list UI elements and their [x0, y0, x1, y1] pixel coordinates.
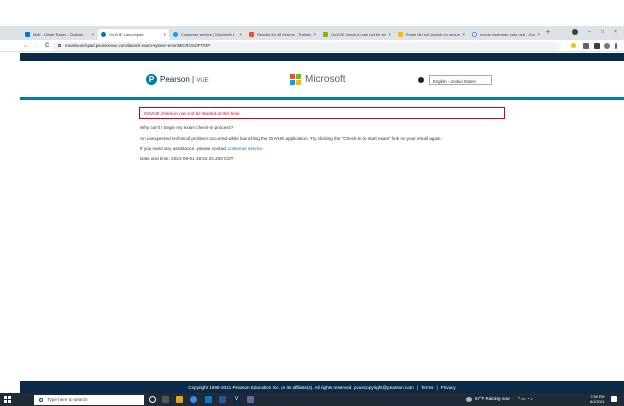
windows-start-icon[interactable] [4, 396, 11, 403]
tab-google-search[interactable]: onvue customer care usa - Goo × [469, 29, 543, 40]
question-text: Why can't I begin my exam check-in proce… [140, 125, 234, 130]
tab-onvue-checkin-forum[interactable]: OnVUE check-in can not be star × [320, 29, 394, 40]
vue-logo-text: VUE [196, 78, 209, 84]
tray-icons[interactable]: ^ ▭ ◔ ♪ [518, 396, 533, 402]
weather-text[interactable]: 67°F Raining now [475, 396, 510, 401]
header-divider [20, 97, 624, 100]
extension-icon[interactable] [583, 42, 589, 49]
close-icon[interactable]: × [91, 32, 94, 37]
url-text[interactable]: examlaunchpad.pearsonvue.com/launch-exam… [65, 43, 210, 48]
microsoft-icon [398, 32, 403, 37]
language-select[interactable]: English - United States [429, 75, 492, 85]
minimize-button[interactable]: – [588, 29, 591, 35]
avatar[interactable] [604, 42, 610, 49]
star-icon[interactable] [571, 43, 576, 48]
tab-outlook-mail[interactable]: Mail - Umair Rasel - Outlook × [22, 29, 97, 40]
cloud-rain-icon [466, 397, 472, 402]
pearson-p-icon: P [146, 74, 157, 85]
taskbar-search-input[interactable]: Type here to search [34, 394, 144, 405]
maximize-button[interactable]: □ [601, 29, 604, 35]
assistance-text: If you need any assistance, please conta… [140, 146, 264, 151]
close-icon[interactable]: × [163, 32, 166, 37]
top-band [20, 53, 624, 61]
forward-button[interactable]: → [34, 42, 40, 50]
close-icon[interactable]: × [462, 32, 465, 37]
file-explorer-icon[interactable] [176, 396, 183, 403]
cortana-icon[interactable] [149, 396, 156, 403]
pearson-icon [101, 32, 106, 37]
globe-icon [418, 77, 424, 83]
menu-icon[interactable] [615, 42, 617, 49]
outlook-icon [25, 32, 30, 37]
close-window-button[interactable]: × [614, 29, 617, 35]
page-footer: Copyright 1996-2021 Pearson Education In… [20, 381, 624, 393]
pearson-vue-logo: P Pearson | VUE [146, 74, 209, 85]
back-button[interactable]: ← [23, 42, 29, 50]
chrome-icon[interactable] [190, 396, 197, 403]
close-icon[interactable]: × [313, 32, 316, 37]
close-icon[interactable]: × [537, 32, 540, 37]
profile-icon[interactable] [572, 29, 578, 35]
pearson-logo-text: Pearson [160, 75, 190, 84]
windows-taskbar: Type here to search V 67°F Raining now ^… [0, 393, 624, 406]
error-alert: OnVUE check-in can not be started at thi… [139, 107, 505, 119]
microsoft-icon [290, 74, 301, 85]
new-tab-button[interactable]: + [546, 29, 550, 36]
tab-forum-results[interactable]: Results for all forums - Training × [246, 29, 319, 40]
tab-exam-not-launch[interactable]: Exam did not launch on onvue × [395, 29, 468, 40]
tab-onvue-launchpad[interactable]: OnVUE Launchpad × [98, 29, 169, 40]
copyright-text: Copyright 1996-2021 Pearson Education In… [188, 384, 414, 390]
lock-icon [58, 44, 61, 47]
address-bar-row: ← → C examlaunchpad.pearsonvue.com/launc… [0, 40, 624, 52]
task-view-icon[interactable] [162, 396, 169, 403]
microsoft-icon [323, 32, 328, 37]
reload-button[interactable]: C [45, 42, 49, 50]
close-icon[interactable]: × [239, 32, 242, 37]
privacy-link[interactable]: Privacy [441, 385, 456, 390]
teams-icon[interactable] [247, 396, 254, 403]
search-icon [39, 397, 43, 402]
edge-icon[interactable] [205, 396, 212, 403]
google-icon [472, 32, 477, 37]
terms-link[interactable]: Terms [421, 385, 434, 390]
onvue-app-icon[interactable]: V [233, 396, 240, 403]
system-clock[interactable]: 7:56 PM 8/1/2021 [590, 395, 605, 405]
tab-microsoft-customer-service[interactable]: Customer service | Microsoft L × [170, 29, 245, 40]
microsoft-icon [249, 32, 254, 37]
explanation-text: An unexpected technical problem occurred… [140, 136, 442, 141]
notification-icon[interactable] [611, 396, 617, 402]
microsoft-logo-text: Microsoft [305, 74, 346, 85]
help-icon [173, 32, 178, 37]
close-icon[interactable]: × [388, 32, 391, 37]
url-bar[interactable]: examlaunchpad.pearsonvue.com/launch-exam… [53, 41, 561, 51]
word-icon[interactable] [219, 396, 226, 403]
puzzle-icon[interactable] [594, 42, 600, 49]
datetime-text: Date and time: 2021-08-01 18:54:44.200 C… [140, 156, 234, 161]
customer-service-link[interactable]: customer service [228, 146, 263, 151]
microsoft-logo: Microsoft [290, 74, 346, 85]
browser-tab-bar: Mail - Umair Rasel - Outlook × OnVUE Lau… [0, 26, 624, 40]
